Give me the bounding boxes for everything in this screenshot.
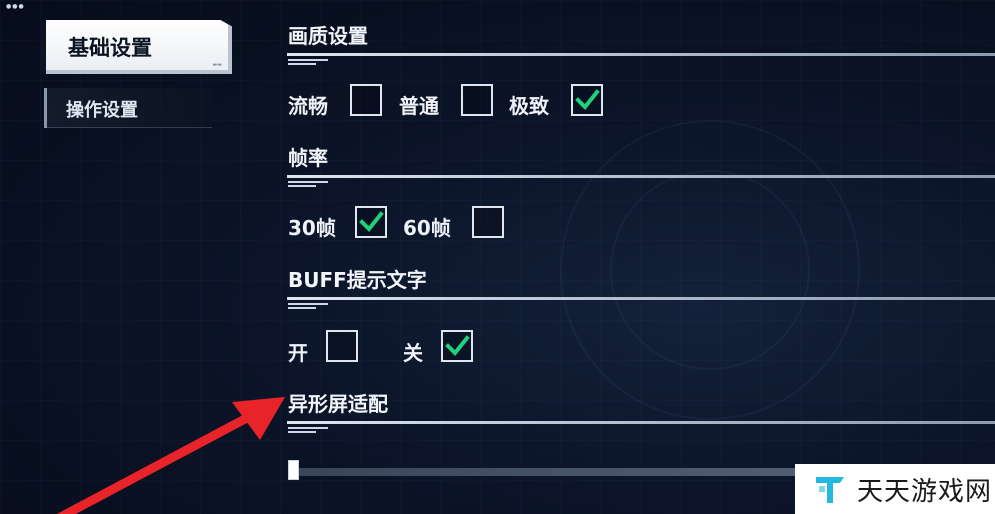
- section-divider: [287, 175, 995, 178]
- option-label-smooth: 流畅: [288, 94, 328, 118]
- option-label-ultra: 极致: [509, 94, 549, 118]
- tab-label: 基础设置: [68, 36, 152, 60]
- checkbox-smooth[interactable]: [350, 84, 382, 116]
- option-label-normal: 普通: [399, 94, 439, 118]
- checkbox-on[interactable]: [326, 330, 358, 362]
- checkbox-off[interactable]: [441, 330, 473, 362]
- checkbox-ultra[interactable]: [571, 84, 603, 116]
- framerate-title: 帧率: [288, 146, 328, 170]
- option-label-on: 开: [288, 341, 308, 365]
- tab-accent-bar: [44, 88, 47, 128]
- checkbox-60fps[interactable]: [472, 206, 504, 238]
- checkmark-icon: [575, 89, 600, 110]
- notch-title: 异形屏适配: [288, 392, 388, 416]
- option-label-60fps: 60帧: [403, 216, 451, 240]
- watermark: 天天游戏网: [795, 464, 995, 514]
- tab-basic-settings[interactable]: 基础设置 ▬▬: [40, 20, 232, 74]
- tab-control-settings[interactable]: 操作设置: [44, 88, 212, 128]
- window-dots-icon: ●●●: [6, 3, 25, 10]
- checkmark-icon: [359, 211, 384, 232]
- divider-tick-icon: [288, 303, 330, 309]
- buff-title: BUFF提示文字: [288, 268, 427, 292]
- section-divider: [287, 297, 995, 300]
- tab-accent-bar: [40, 20, 46, 74]
- divider-tick-icon: [288, 181, 330, 187]
- checkmark-icon: [445, 335, 470, 356]
- divider-tick-icon: [288, 59, 330, 65]
- divider-tick-icon: [288, 427, 330, 433]
- section-divider: [287, 421, 995, 424]
- section-divider: [287, 53, 995, 56]
- option-label-30fps: 30帧: [288, 216, 336, 240]
- quality-title: 画质设置: [288, 24, 368, 48]
- tt-logo-icon: [816, 477, 844, 503]
- background-ring: [610, 170, 810, 370]
- checkbox-normal[interactable]: [461, 84, 493, 116]
- watermark-text: 天天游戏网: [857, 476, 993, 507]
- tab-label: 操作设置: [66, 100, 138, 121]
- checkbox-30fps[interactable]: [355, 206, 387, 238]
- notch-slider-handle[interactable]: [288, 460, 299, 480]
- option-label-off: 关: [403, 341, 423, 365]
- tab-corner-mark-icon: ▬▬: [212, 62, 222, 68]
